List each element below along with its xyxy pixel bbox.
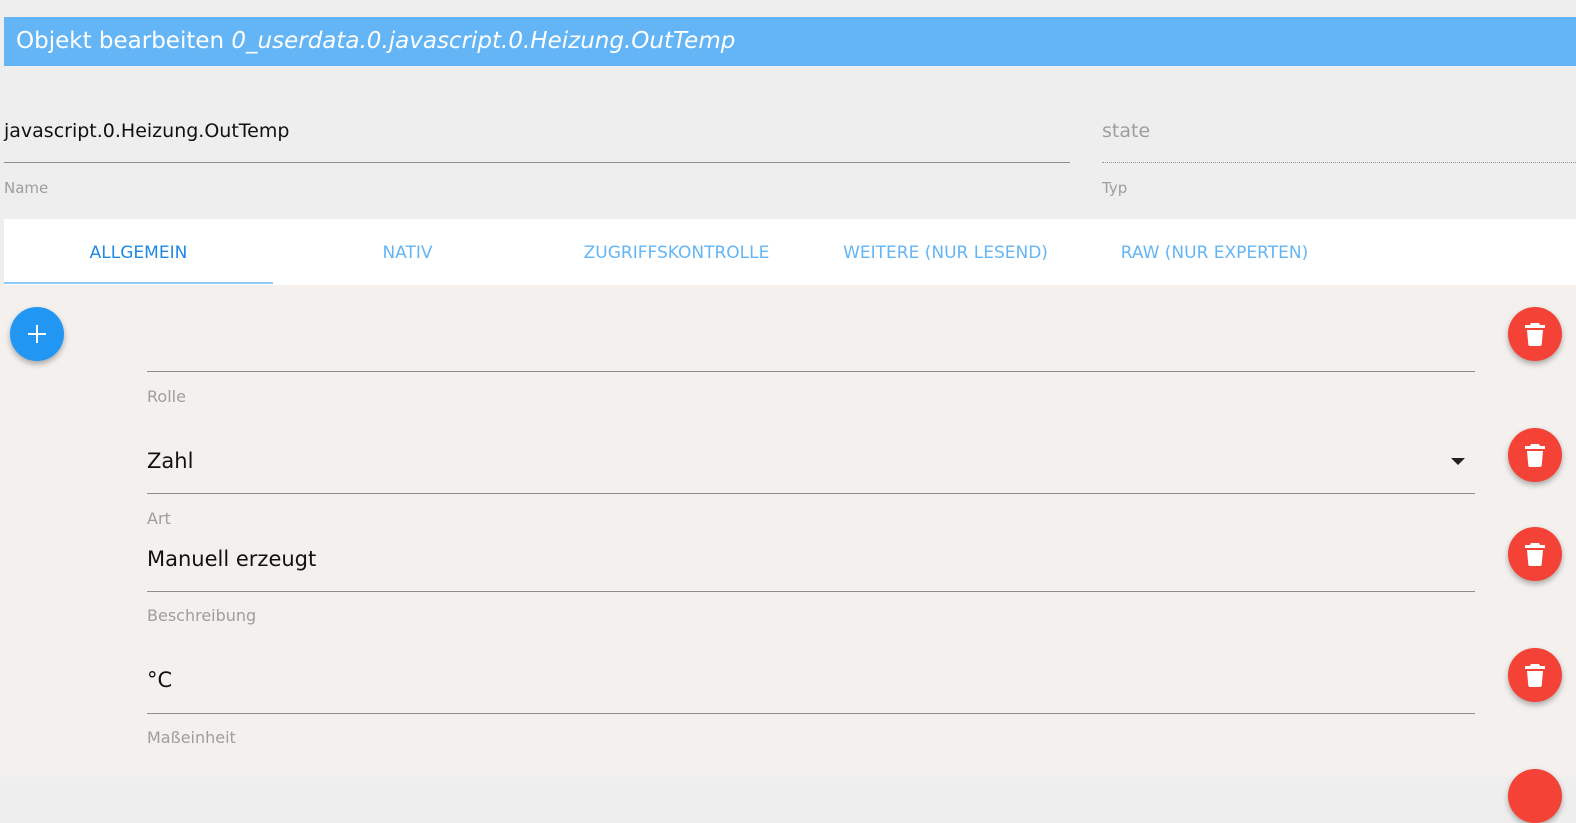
tab-nativ[interactable]: NATIV [273,219,542,285]
tab-bar: ALLGEMEIN NATIV ZUGRIFFSKONTROLLE WEITER… [4,219,1576,285]
name-field[interactable]: javascript.0.Heizung.OutTemp Name [4,119,1070,201]
tab-content-allgemein: Rolle Zahl Art Manuell erzeugt Beschreib… [0,285,1576,823]
type-field-underline [1102,162,1576,163]
type-field: state Typ [1102,119,1576,201]
type-field-label: Typ [1102,179,1128,197]
dialog-title-bar: Objekt bearbeiten 0_userdata.0.javascrip… [4,17,1576,66]
art-select[interactable]: Zahl Art [147,435,1475,535]
unit-field-value[interactable]: °C [147,668,172,692]
tab-allgemein[interactable]: ALLGEMEIN [4,219,273,285]
active-tab-indicator [4,282,273,284]
dialog-title-prefix: Objekt bearbeiten [16,28,225,54]
delete-unit-button[interactable] [1508,648,1562,702]
caret-down-icon[interactable] [1451,458,1465,465]
name-field-label: Name [4,179,49,197]
add-property-button[interactable] [10,307,64,361]
role-field-underline [147,371,1475,372]
description-field-label: Beschreibung [147,606,257,625]
art-select-value[interactable]: Zahl [147,449,193,473]
unit-field-label: Maßeinheit [147,728,236,747]
trash-icon [1525,444,1545,467]
delete-role-button[interactable] [1508,307,1562,361]
description-field-value[interactable]: Manuell erzeugt [147,547,316,571]
unit-field[interactable]: °C Maßeinheit [147,655,1475,755]
role-field[interactable]: Rolle [147,315,1475,415]
role-field-label: Rolle [147,387,186,406]
art-select-underline [147,493,1475,494]
trash-icon [1525,664,1545,687]
name-field-underline [4,162,1070,163]
delete-art-button[interactable] [1508,428,1562,482]
delete-next-button[interactable] [1508,769,1562,823]
tab-zugriffskontrolle[interactable]: ZUGRIFFSKONTROLLE [542,219,811,285]
dialog-object-id: 0_userdata.0.javascript.0.Heizung.OutTem… [231,28,736,54]
trash-icon [1525,323,1545,346]
trash-icon [1525,543,1545,566]
delete-description-button[interactable] [1508,527,1562,581]
name-field-value[interactable]: javascript.0.Heizung.OutTemp [4,119,1070,143]
art-select-label: Art [147,509,171,528]
description-field[interactable]: Manuell erzeugt Beschreibung [147,535,1475,635]
tab-raw[interactable]: RAW (NUR EXPERTEN) [1080,219,1349,285]
type-field-value: state [1102,120,1151,142]
plus-icon [28,325,46,343]
unit-field-underline [147,713,1475,714]
tab-weitere[interactable]: WEITERE (NUR LESEND) [811,219,1080,285]
description-field-underline [147,591,1475,592]
